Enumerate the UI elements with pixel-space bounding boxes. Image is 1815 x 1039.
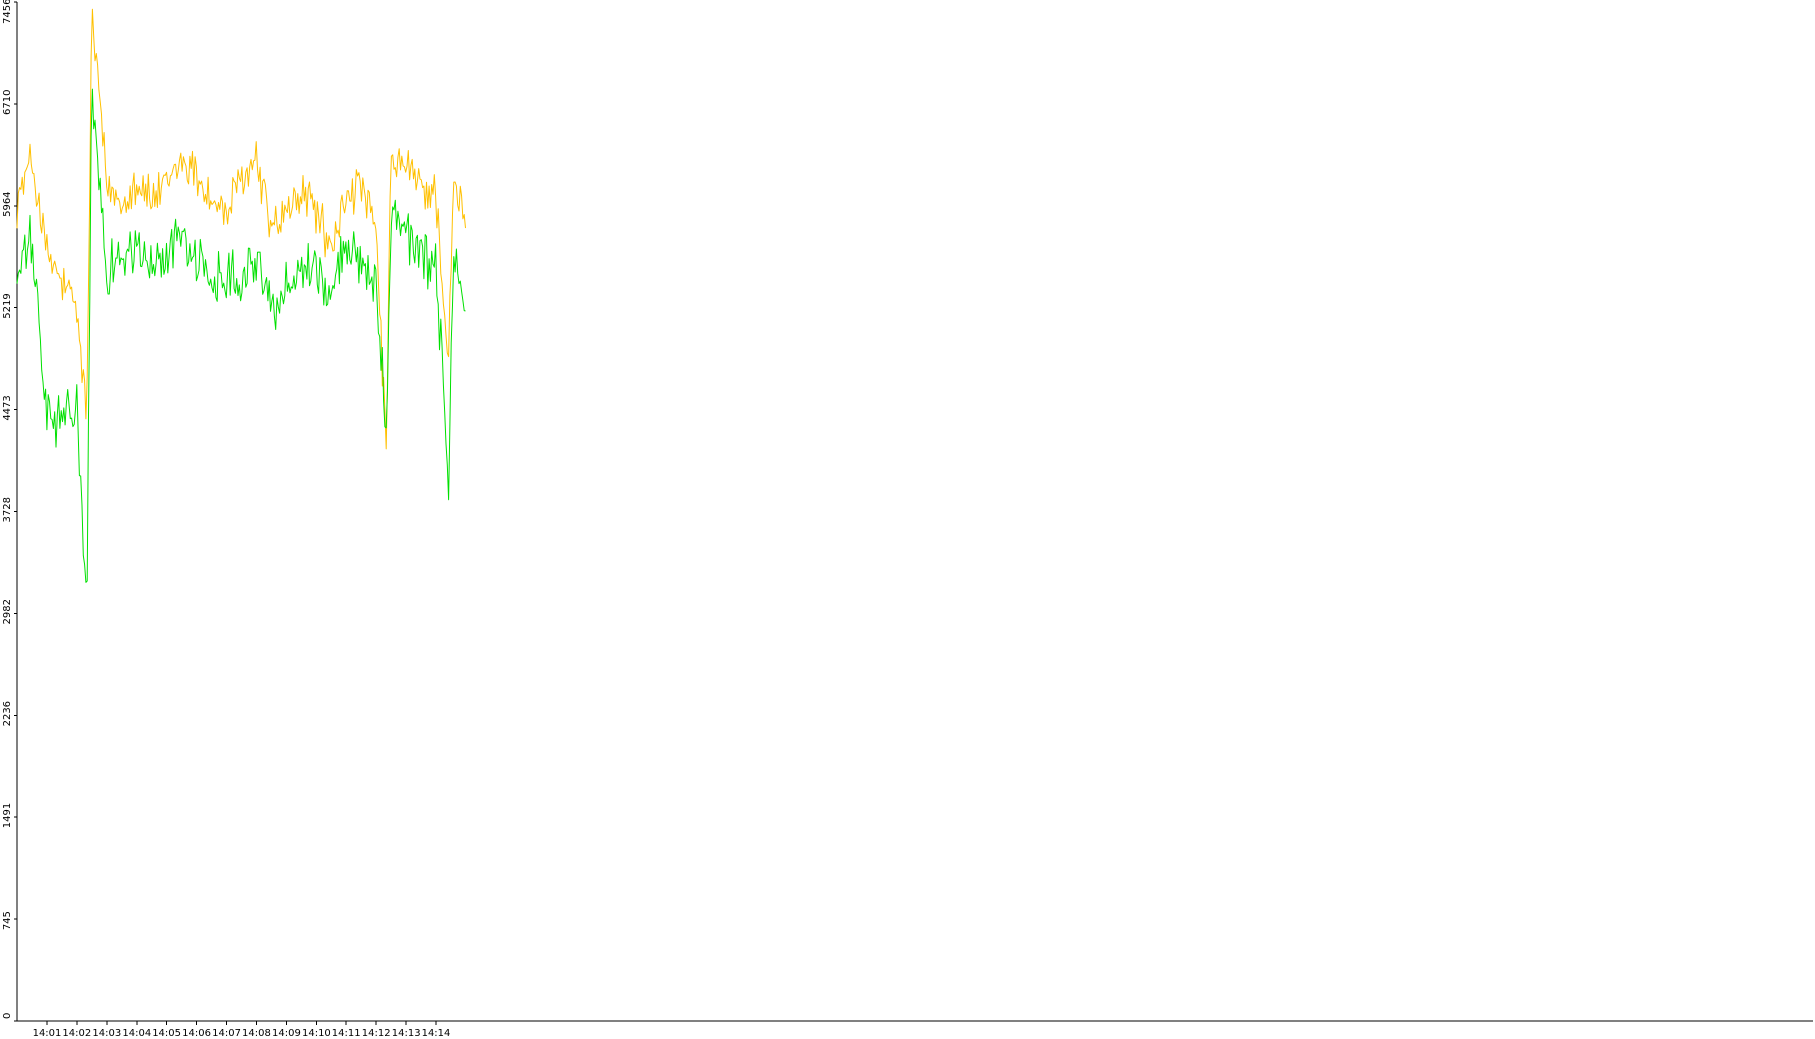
y-tick-label: 0 (2, 1013, 13, 1019)
x-tick-label: 14:03 (92, 1028, 121, 1039)
x-tick-label: 14:12 (362, 1028, 391, 1039)
x-tick-label: 14:10 (302, 1028, 331, 1039)
y-tick-label: 1491 (2, 803, 13, 828)
y-tick-label: 3728 (2, 497, 13, 522)
line-chart: 0 745 1491 2236 2982 3728 4473 5219 5964 6710 7456… (2, 0, 1813, 1039)
series-line-orange (16, 8, 466, 450)
series-layer (16, 8, 466, 583)
x-tick-label: 14:01 (33, 1028, 62, 1039)
x-tick-label: 14:06 (182, 1028, 211, 1039)
y-tick-label: 2236 (2, 701, 13, 726)
y-tick-label: 2982 (2, 599, 13, 624)
series-line-green (16, 88, 466, 583)
x-tick-label: 14:14 (422, 1028, 451, 1039)
x-axis: 14:01 14:02 14:03 14:04 14:05 14:06 14:07 14:08… (17, 1020, 1813, 1039)
x-tick-label: 14:04 (122, 1028, 151, 1039)
y-tick-label: 7456 (2, 0, 13, 24)
y-tick-label: 6710 (2, 90, 13, 115)
y-tick-label: 5964 (2, 191, 13, 216)
x-tick-label: 14:13 (392, 1028, 421, 1039)
x-tick-label: 14:02 (62, 1028, 91, 1039)
x-tick-label: 14:07 (212, 1028, 241, 1039)
y-axis: 0 745 1491 2236 2982 3728 4473 5219 5964 6710 7456 (2, 0, 18, 1022)
y-tick-label: 745 (2, 911, 13, 930)
x-tick-label: 14:08 (242, 1028, 271, 1039)
y-tick-label: 5219 (2, 293, 13, 318)
chart-container: 0 745 1491 2236 2982 3728 4473 5219 5964 6710 7456… (0, 0, 1815, 1039)
x-tick-label: 14:05 (152, 1028, 181, 1039)
y-tick-label: 4473 (2, 395, 13, 420)
x-tick-label: 14:09 (272, 1028, 301, 1039)
x-tick-label: 14:11 (332, 1028, 361, 1039)
